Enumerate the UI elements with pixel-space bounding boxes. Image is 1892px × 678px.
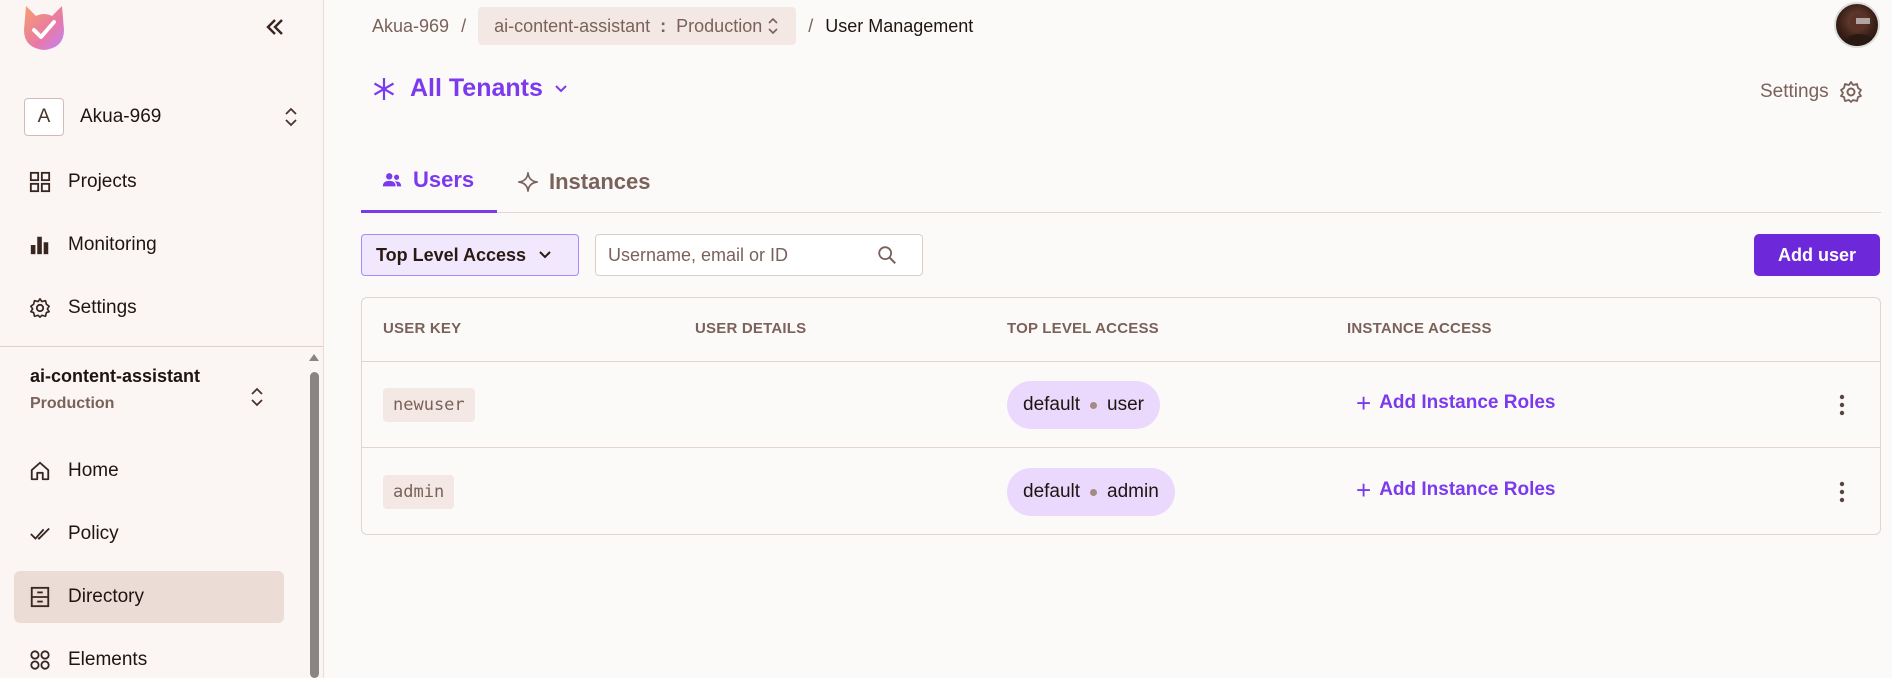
project-switcher[interactable]: ai-content-assistant Production — [30, 366, 280, 413]
sidebar-item-label: Projects — [68, 171, 137, 192]
role-tenant: default — [1023, 394, 1081, 415]
role-name: admin — [1107, 481, 1159, 502]
project-env: Production — [30, 395, 115, 412]
more-options-icon[interactable] — [1830, 393, 1854, 417]
users-icon — [382, 173, 402, 187]
sidebar-item-policy[interactable]: Policy — [14, 508, 284, 560]
user-key: newuser — [383, 388, 475, 422]
search-icon[interactable] — [876, 244, 898, 266]
users-table: USER KEY USER DETAILS TOP LEVEL ACCESS I… — [361, 297, 1881, 535]
tabs: Users Instances — [361, 150, 1881, 213]
sidebar-item-monitoring[interactable]: Monitoring — [14, 219, 284, 271]
user-avatar[interactable] — [1834, 2, 1880, 48]
breadcrumb-project: ai-content-assistant — [494, 15, 651, 36]
add-instance-roles-label: Add Instance Roles — [1379, 479, 1556, 500]
sidebar-item-label: Settings — [68, 297, 137, 318]
settings-label: Settings — [1760, 81, 1829, 102]
chevron-down-icon — [539, 251, 551, 259]
plus-icon: + — [1356, 475, 1372, 505]
sidebar-item-settings[interactable]: Settings — [14, 282, 284, 334]
breadcrumb-separator: / — [461, 15, 467, 36]
breadcrumb-org[interactable]: Akua-969 — [372, 16, 449, 37]
tab-label: Instances — [549, 168, 651, 194]
breadcrumb-project-switcher[interactable]: ai-content-assistant : Production — [478, 7, 797, 45]
sidebar-item-projects[interactable]: Projects — [14, 156, 284, 208]
dot-separator — [1090, 401, 1098, 409]
chevron-down-icon — [555, 84, 567, 92]
gear-icon — [1839, 81, 1862, 103]
breadcrumb-current: User Management — [825, 15, 974, 36]
role-badge[interactable]: default user — [1007, 381, 1161, 429]
asterisk-icon — [373, 77, 395, 100]
sparkle-icon — [518, 171, 538, 192]
home-icon — [28, 459, 52, 483]
tenant-selector-label: All Tenants — [410, 74, 543, 102]
header-instance-access: INSTANCE ACCESS — [1347, 320, 1492, 337]
chevron-up-down-icon — [768, 17, 778, 35]
sidebar-divider — [0, 346, 323, 347]
table-row[interactable]: newuser default user + Add Instance Role… — [362, 362, 1880, 448]
sidebar-item-label: Elements — [68, 649, 148, 670]
tab-label: Users — [413, 167, 475, 192]
header-user-key: USER KEY — [383, 320, 462, 337]
role-badge[interactable]: default admin — [1007, 468, 1175, 516]
project-name: ai-content-assistant — [30, 366, 201, 386]
table-row[interactable]: admin default admin + Add Instance Roles — [362, 449, 1880, 535]
more-options-icon[interactable] — [1830, 480, 1854, 504]
breadcrumb: Akua-969 / ai-content-assistant : Produc… — [372, 7, 974, 45]
breadcrumb-env-separator: : — [660, 15, 667, 36]
header-user-details: USER DETAILS — [695, 320, 807, 337]
scroll-thumb[interactable] — [310, 372, 319, 678]
sidebar-item-label: Directory — [68, 586, 145, 607]
bar-chart-icon — [28, 233, 52, 257]
sidebar-item-label: Home — [68, 460, 119, 481]
tab-instances[interactable]: Instances — [517, 150, 651, 213]
add-instance-roles-button[interactable]: + Add Instance Roles — [1356, 477, 1556, 503]
sidebar-item-home[interactable]: Home — [14, 445, 284, 497]
grid-icon — [28, 170, 52, 194]
add-user-button[interactable]: Add user — [1754, 234, 1880, 276]
breadcrumb-env: Production — [676, 15, 763, 36]
chevron-up-down-icon — [251, 387, 263, 407]
tenant-selector[interactable]: All Tenants — [372, 74, 569, 103]
gear-icon — [28, 296, 52, 320]
role-name: user — [1107, 394, 1145, 415]
org-switcher[interactable]: A Akua-969 — [24, 98, 300, 136]
add-instance-roles-label: Add Instance Roles — [1379, 392, 1556, 413]
chevron-up-down-icon — [285, 107, 297, 127]
sidebar-item-label: Policy — [68, 523, 119, 544]
add-instance-roles-button[interactable]: + Add Instance Roles — [1356, 390, 1556, 416]
role-tenant: default — [1023, 481, 1081, 502]
app-logo[interactable] — [20, 2, 68, 52]
scroll-up-icon[interactable] — [308, 350, 320, 364]
double-check-icon — [28, 522, 52, 546]
header-top-level-access: TOP LEVEL ACCESS — [1007, 320, 1159, 337]
collapse-sidebar-icon[interactable] — [262, 14, 288, 40]
sidebar-item-label: Monitoring — [68, 234, 157, 255]
top-level-access-filter[interactable]: Top Level Access — [361, 234, 579, 276]
search-box — [595, 234, 923, 276]
breadcrumb-separator: / — [808, 15, 814, 36]
search-input[interactable] — [596, 244, 876, 266]
elements-icon — [28, 648, 52, 672]
user-key: admin — [383, 475, 455, 509]
tab-users[interactable]: Users — [361, 150, 497, 213]
org-name: Akua-969 — [80, 106, 162, 127]
sidebar-item-directory[interactable]: Directory — [14, 571, 284, 623]
org-avatar: A — [24, 98, 64, 136]
sidebar-item-elements[interactable]: Elements — [14, 634, 284, 678]
sidebar: A Akua-969 Projects Monitoring Settings … — [0, 0, 324, 678]
sidebar-scrollbar[interactable] — [308, 350, 320, 678]
dot-separator — [1090, 488, 1098, 496]
directory-icon — [28, 585, 52, 609]
table-header: USER KEY USER DETAILS TOP LEVEL ACCESS I… — [362, 298, 1880, 362]
filter-label: Top Level Access — [376, 244, 527, 265]
plus-icon: + — [1356, 388, 1372, 418]
settings-link[interactable]: Settings — [1760, 80, 1863, 104]
